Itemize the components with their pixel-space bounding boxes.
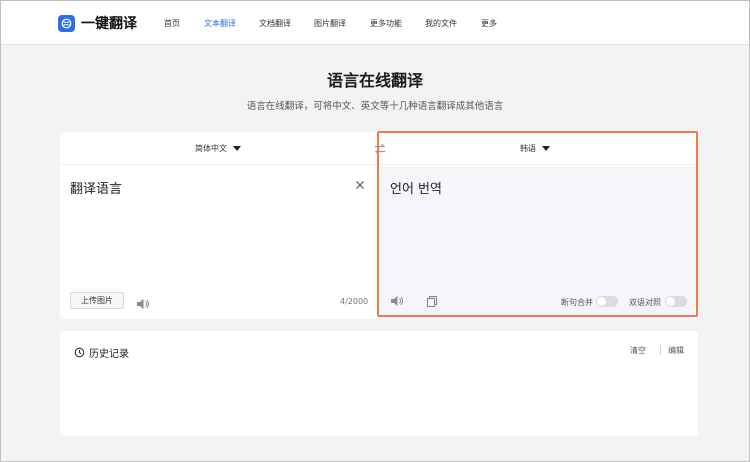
nav-home[interactable]: 首页 xyxy=(164,18,180,29)
nav-more[interactable]: 更多 xyxy=(481,18,497,29)
nav-text-translate[interactable]: 文本翻译 xyxy=(204,18,236,29)
edit-history-button[interactable]: 编辑 xyxy=(668,345,684,356)
bilingual-label: 双语对照 xyxy=(629,298,661,307)
nav-more-features[interactable]: 更多功能 xyxy=(370,18,402,29)
history-header: 历史记录 xyxy=(74,345,129,360)
bilingual-toggle[interactable] xyxy=(665,296,687,307)
speaker-icon[interactable] xyxy=(136,295,150,309)
page-title: 语言在线翻译 xyxy=(326,71,423,90)
source-pane: 翻译语言 上传图片 4/2000 xyxy=(60,166,378,319)
merge-sentences-label: 断句合并 xyxy=(561,298,593,307)
nav-image-translate[interactable]: 图片翻译 xyxy=(314,18,346,29)
target-language-select[interactable]: 韩语 xyxy=(520,143,550,154)
nav-my-files[interactable]: 我的文件 xyxy=(425,18,457,29)
clear-icon[interactable] xyxy=(354,176,366,189)
history-clock-icon xyxy=(74,347,85,358)
upload-image-button[interactable]: 上传图片 xyxy=(70,292,124,309)
translated-text: 언어 번역 xyxy=(390,182,442,197)
merge-sentences-toggle[interactable] xyxy=(596,296,618,307)
character-counter: 4/2000 xyxy=(340,297,369,306)
language-bar: 简体中文 韩语 xyxy=(60,132,698,165)
translate-panel: 简体中文 韩语 翻译语言 上传图片 4/2000 언어 번역 断句合并 双语对照 xyxy=(60,132,698,319)
target-pane: 언어 번역 断句合并 双语对照 xyxy=(378,166,698,319)
brand-name: 一键翻译 xyxy=(81,16,137,32)
history-title: 历史记录 xyxy=(89,349,129,360)
caret-down-icon xyxy=(542,146,550,151)
brand-logo[interactable]: 一键翻译 xyxy=(58,14,137,32)
target-language-label: 韩语 xyxy=(520,144,536,153)
swap-languages-icon[interactable] xyxy=(373,141,387,155)
speaker-icon[interactable] xyxy=(390,292,404,306)
caret-down-icon xyxy=(233,146,241,151)
page-subtitle: 语言在线翻译，可将中文、英文等十几种语言翻译成其他语言 xyxy=(246,101,504,112)
clear-history-button[interactable]: 清空 xyxy=(630,345,646,356)
copy-icon[interactable] xyxy=(426,292,438,308)
top-nav-bar: 一键翻译 首页 文本翻译 文档翻译 图片翻译 更多功能 我的文件 更多 xyxy=(1,1,749,45)
history-panel: 历史记录 清空 编辑 xyxy=(60,331,698,436)
translate-logo-icon xyxy=(58,14,75,32)
source-text-input[interactable]: 翻译语言 xyxy=(70,178,122,197)
action-separator xyxy=(660,345,661,355)
nav-doc-translate[interactable]: 文档翻译 xyxy=(259,18,291,29)
source-language-select[interactable]: 简体中文 xyxy=(195,143,241,154)
source-language-label: 简体中文 xyxy=(195,144,227,153)
